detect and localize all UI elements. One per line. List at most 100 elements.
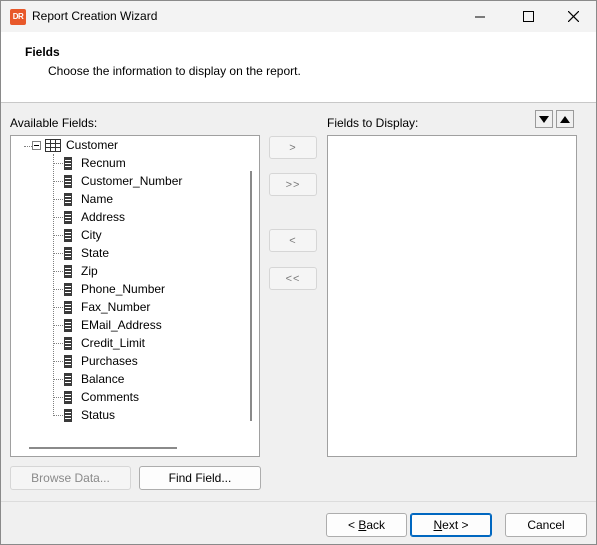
field-icon bbox=[64, 390, 72, 404]
tree-field-item[interactable]: City bbox=[64, 226, 102, 244]
triangle-up-icon bbox=[560, 115, 570, 123]
field-name: Purchases bbox=[81, 354, 138, 368]
page-title: Fields bbox=[25, 45, 60, 59]
minimize-icon bbox=[475, 16, 485, 17]
wizard-window: DR Report Creation Wizard Fields Choose … bbox=[0, 0, 597, 545]
window-title: Report Creation Wizard bbox=[32, 9, 158, 23]
tree-connector bbox=[24, 146, 32, 147]
available-fields-tree[interactable]: Customer Recnum Customer_Number Name Addres… bbox=[10, 135, 260, 457]
close-button[interactable] bbox=[550, 1, 596, 32]
vertical-scroll-thumb[interactable] bbox=[250, 171, 252, 421]
tree-connector bbox=[54, 217, 63, 218]
tree-field-item[interactable]: EMail_Address bbox=[64, 316, 162, 334]
tree-connector bbox=[54, 415, 63, 416]
browse-data-button[interactable]: Browse Data... bbox=[10, 466, 131, 490]
field-name: EMail_Address bbox=[81, 318, 162, 332]
field-icon bbox=[64, 372, 72, 386]
cancel-button[interactable]: Cancel bbox=[505, 513, 587, 537]
back-button[interactable]: < Back bbox=[326, 513, 407, 537]
tree-connector bbox=[54, 271, 63, 272]
field-name: Fax_Number bbox=[81, 300, 151, 314]
field-name: State bbox=[81, 246, 110, 260]
tree-node-customer[interactable]: Customer bbox=[32, 136, 118, 154]
field-icon bbox=[64, 228, 72, 242]
tree-connector bbox=[54, 199, 63, 200]
tree-field-item[interactable]: Recnum bbox=[64, 154, 126, 172]
field-icon bbox=[64, 318, 72, 332]
back-button-label-rest: ack bbox=[366, 518, 386, 532]
tree-connector bbox=[54, 289, 63, 290]
field-icon bbox=[64, 354, 72, 368]
tree-field-item[interactable]: Name bbox=[64, 190, 113, 208]
tree-connector bbox=[54, 253, 63, 254]
field-icon bbox=[64, 192, 72, 206]
tree-connector bbox=[54, 325, 63, 326]
table-name: Customer bbox=[66, 138, 119, 152]
find-field-button[interactable]: Find Field... bbox=[139, 466, 261, 490]
tree-field-item[interactable]: Balance bbox=[64, 370, 124, 388]
fields-to-display-label: Fields to Display: bbox=[327, 116, 419, 130]
tree-field-item[interactable]: Zip bbox=[64, 262, 98, 280]
minimize-button[interactable] bbox=[457, 1, 503, 32]
maximize-button[interactable] bbox=[505, 1, 551, 32]
field-name: Comments bbox=[81, 390, 140, 404]
field-icon bbox=[64, 210, 72, 224]
remove-field-button[interactable]: < bbox=[269, 229, 317, 252]
field-icon bbox=[64, 156, 72, 170]
close-icon bbox=[567, 11, 579, 22]
wizard-header: Fields Choose the information to display… bbox=[1, 32, 596, 103]
field-icon bbox=[64, 264, 72, 278]
available-fields-label: Available Fields: bbox=[10, 116, 98, 130]
move-down-button[interactable] bbox=[535, 110, 553, 128]
add-all-fields-button[interactable]: >> bbox=[269, 173, 317, 196]
tree-connector bbox=[54, 181, 63, 182]
footer-divider bbox=[1, 501, 596, 502]
page-subtitle: Choose the information to display on the… bbox=[48, 64, 301, 78]
field-icon bbox=[64, 282, 72, 296]
field-name: Zip bbox=[81, 264, 98, 278]
next-button-accel: N bbox=[433, 518, 443, 532]
field-name: Status bbox=[81, 408, 116, 422]
move-up-button[interactable] bbox=[556, 110, 574, 128]
field-name: Address bbox=[81, 210, 126, 224]
tree-field-item[interactable]: Phone_Number bbox=[64, 280, 165, 298]
field-icon bbox=[64, 300, 72, 314]
field-name: Balance bbox=[81, 372, 125, 386]
tree-connector bbox=[54, 379, 63, 380]
triangle-down-icon bbox=[539, 115, 549, 123]
tree-connector bbox=[54, 397, 63, 398]
title-bar: DR Report Creation Wizard bbox=[1, 1, 596, 32]
tree-connector bbox=[54, 343, 63, 344]
tree-field-item[interactable]: Customer_Number bbox=[64, 172, 182, 190]
field-name: Credit_Limit bbox=[81, 336, 146, 350]
next-button[interactable]: Next > bbox=[410, 513, 492, 537]
tree-field-item[interactable]: Status bbox=[64, 406, 115, 424]
tree-field-item[interactable]: Purchases bbox=[64, 352, 138, 370]
app-icon: DR bbox=[10, 9, 26, 25]
tree-field-item[interactable]: State bbox=[64, 244, 109, 262]
field-name: Name bbox=[81, 192, 114, 206]
collapse-icon[interactable] bbox=[32, 140, 41, 150]
tree-connector bbox=[54, 307, 63, 308]
field-icon bbox=[64, 336, 72, 350]
field-icon bbox=[64, 408, 72, 422]
field-name: Phone_Number bbox=[81, 282, 166, 296]
add-field-button[interactable]: > bbox=[269, 136, 317, 159]
back-button-label: < bbox=[347, 518, 359, 532]
tree-connector bbox=[53, 154, 54, 416]
field-name: Recnum bbox=[81, 156, 126, 170]
tree-field-item[interactable]: Comments bbox=[64, 388, 139, 406]
field-name: Customer_Number bbox=[81, 174, 183, 188]
tree-connector bbox=[54, 163, 63, 164]
horizontal-scroll-thumb[interactable] bbox=[29, 447, 177, 449]
tree-field-item[interactable]: Fax_Number bbox=[64, 298, 150, 316]
maximize-icon bbox=[522, 11, 534, 22]
fields-to-display-list[interactable] bbox=[327, 135, 577, 457]
table-icon bbox=[45, 138, 61, 152]
tree-field-item[interactable]: Address bbox=[64, 208, 125, 226]
remove-all-fields-button[interactable]: << bbox=[269, 267, 317, 290]
field-icon bbox=[64, 246, 72, 260]
tree-field-item[interactable]: Credit_Limit bbox=[64, 334, 145, 352]
back-button-accel: B bbox=[358, 518, 367, 532]
next-button-label: ext > bbox=[442, 518, 469, 532]
